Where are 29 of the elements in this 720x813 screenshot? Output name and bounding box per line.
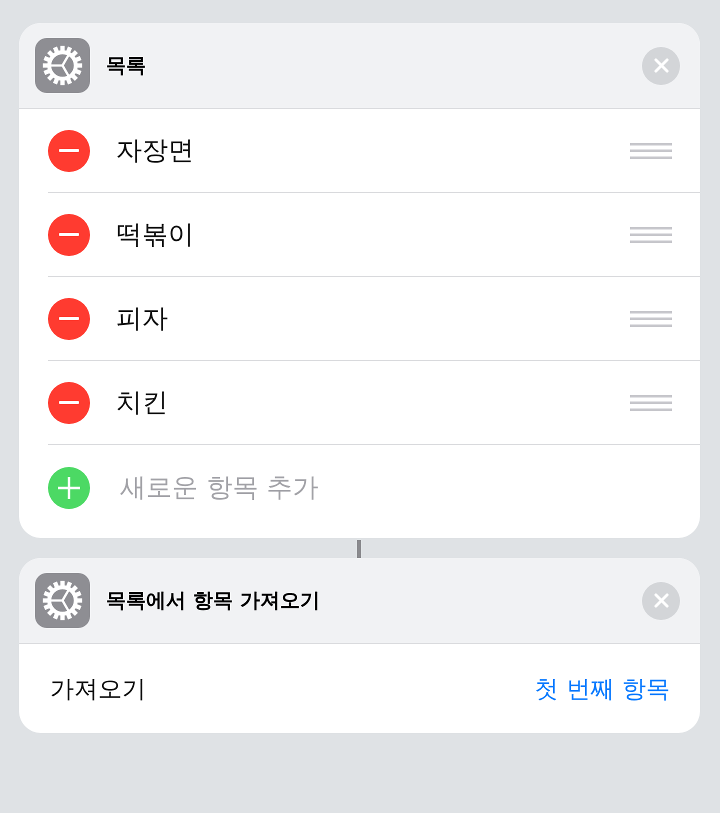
list-item-text[interactable]: 치킨 — [116, 385, 630, 420]
remove-action-button[interactable] — [642, 46, 680, 84]
remove-action-button[interactable] — [642, 582, 680, 620]
minus-icon — [58, 233, 80, 236]
minus-icon — [58, 149, 80, 152]
new-item-field[interactable]: 새로운 항목 추가 — [120, 470, 672, 506]
delete-item-button[interactable] — [48, 214, 90, 256]
list-item-text[interactable]: 떡볶이 — [116, 217, 630, 252]
drag-handle-icon[interactable] — [630, 310, 672, 326]
action-title: 목록에서 항목 가져오기 — [106, 587, 321, 614]
action-title: 목록 — [106, 52, 147, 79]
plus-icon — [58, 476, 80, 498]
drag-handle-icon[interactable] — [630, 142, 672, 158]
delete-item-button[interactable] — [48, 382, 90, 424]
delete-item-button[interactable] — [48, 298, 90, 340]
close-icon — [654, 593, 668, 608]
drag-handle-icon[interactable] — [630, 226, 672, 242]
close-icon — [654, 58, 668, 73]
list-item-text[interactable]: 자장면 — [116, 133, 630, 168]
parameter-label: 가져오기 — [50, 674, 146, 704]
delete-item-button[interactable] — [48, 130, 90, 172]
drag-handle-icon[interactable] — [630, 394, 672, 410]
parameter-value-button[interactable]: 첫 번째 항목 — [534, 672, 670, 704]
add-item-button[interactable] — [48, 466, 90, 508]
minus-icon — [58, 401, 80, 404]
gear-icon — [35, 573, 90, 628]
gear-icon — [35, 38, 90, 93]
list-item-text[interactable]: 피자 — [116, 301, 630, 336]
minus-icon — [58, 317, 80, 320]
